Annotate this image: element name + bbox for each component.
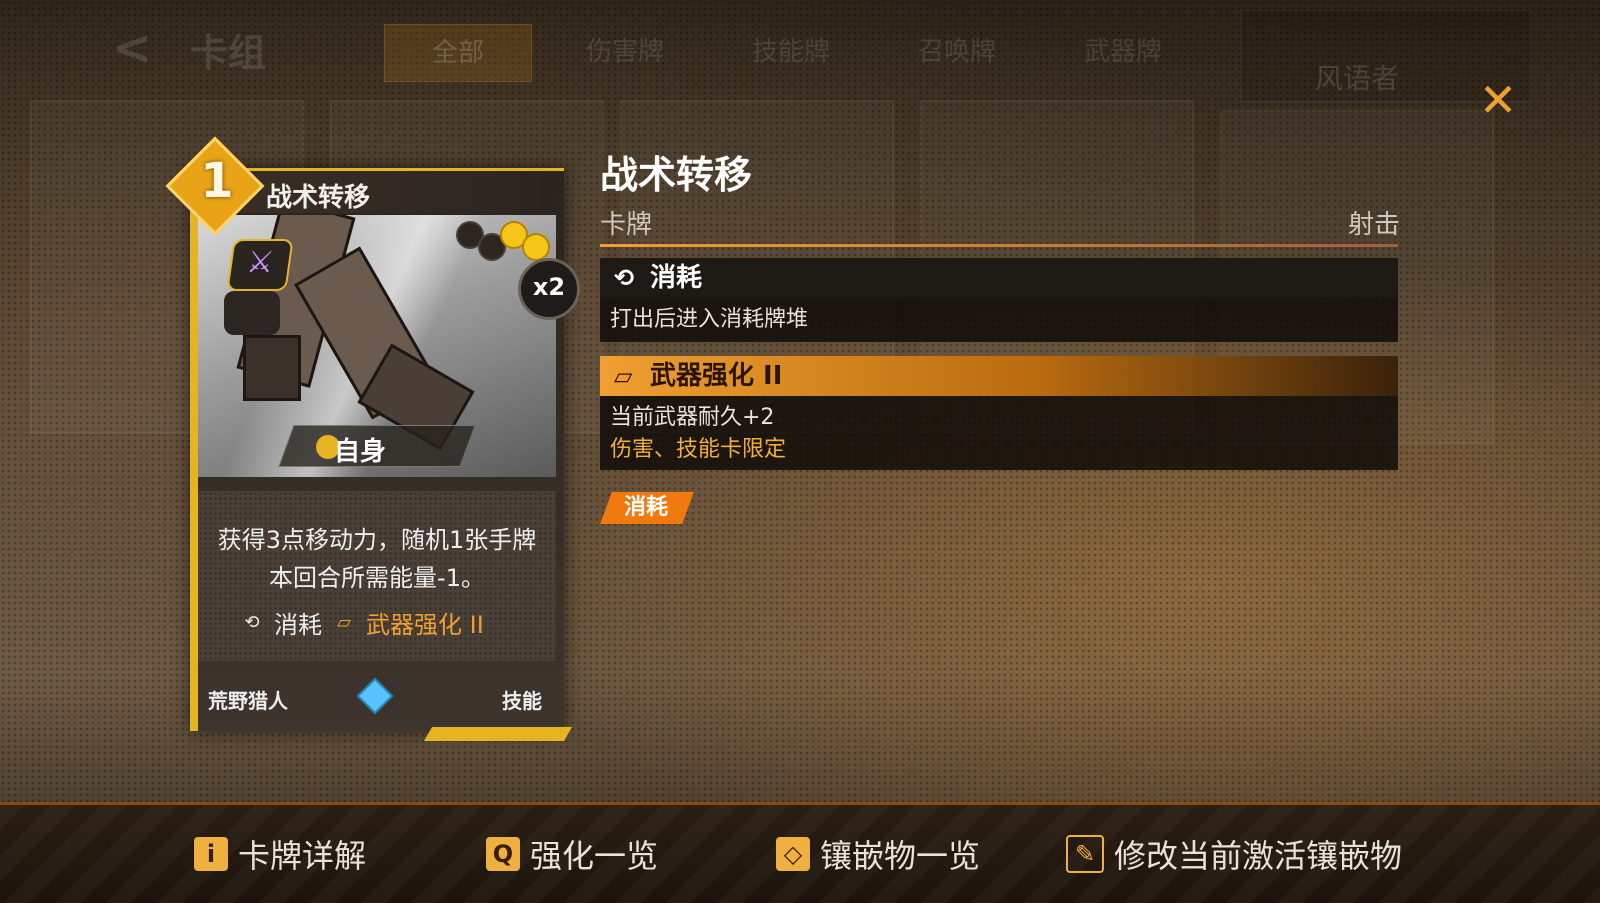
filter-tabs: 全部 伤害牌 技能牌 召唤牌 武器牌 xyxy=(384,24,1196,82)
sword-icon: ⚔ xyxy=(226,239,294,291)
card-keywords: ⟲ 消耗 ▱ 武器强化 II xyxy=(238,605,538,640)
card-keyword-consume: 消耗 xyxy=(274,611,322,639)
energy-slot-filled xyxy=(522,233,550,261)
back-arrow-icon: < xyxy=(112,20,153,76)
tab-weapon: 武器牌 xyxy=(1083,37,1162,67)
tag-label: 消耗 xyxy=(624,495,669,520)
keyword-body: 当前武器耐久+2 伤害、技能卡限定 xyxy=(600,396,1398,472)
card-preview: 1 战术转移 ⚔ 自身 获得3点移动力，随机1张手牌本回合所需能量-1。 ⟲ 消… xyxy=(165,136,573,741)
card-art-boot xyxy=(243,335,301,401)
keyword-header: ▱ 武器强化 II xyxy=(600,356,1398,396)
card-type: 技能 xyxy=(502,689,542,713)
modify-inlay-button[interactable]: ✎ 修改当前激活镶嵌物 xyxy=(1066,833,1402,875)
bottom-bar: i 卡牌详解 Q 强化一览 ◇ 镶嵌物一览 ✎ 修改当前激活镶嵌物 xyxy=(0,802,1600,903)
tab-skill: 技能牌 xyxy=(751,37,830,67)
copies-badge: x2 xyxy=(518,258,580,320)
keyword-header: ⟲ 消耗 xyxy=(600,258,1398,298)
tab-summon: 召唤牌 xyxy=(917,37,996,67)
keyword-panel-weapon: ▱ 武器强化 II 当前武器耐久+2 伤害、技能卡限定 xyxy=(600,356,1398,470)
card-details-button[interactable]: i 卡牌详解 xyxy=(194,833,366,875)
detail-category: 卡牌 xyxy=(600,210,653,240)
close-icon: ✕ xyxy=(1478,73,1518,127)
inlays-list-button[interactable]: ◇ 镶嵌物一览 xyxy=(776,833,980,875)
search-icon: Q xyxy=(486,837,520,871)
button-label: 卡牌详解 xyxy=(238,837,367,875)
button-label: 镶嵌物一览 xyxy=(820,837,981,875)
keyword-name: 武器强化 II xyxy=(650,361,783,391)
deck-title: 卡组 xyxy=(190,31,267,75)
button-label: 修改当前激活镶嵌物 xyxy=(1114,837,1403,875)
keyword-line: 打出后进入消耗牌堆 xyxy=(610,307,809,332)
consume-icon: ⟲ xyxy=(614,264,635,292)
button-label: 强化一览 xyxy=(530,837,659,875)
keyword-body: 打出后进入消耗牌堆 xyxy=(600,298,1398,342)
card-target: 自身 xyxy=(334,437,387,467)
keyword-line: 伤害、技能卡限定 xyxy=(610,437,787,462)
upgrades-list-button[interactable]: Q 强化一览 xyxy=(486,833,658,875)
rarity-gem-icon xyxy=(356,677,394,715)
card-keyword-weapon: 武器强化 II xyxy=(366,611,484,639)
consume-icon: ⟲ xyxy=(244,611,260,633)
keyword-name: 消耗 xyxy=(650,263,703,293)
card-cost: 1 xyxy=(200,153,234,209)
close-button[interactable]: ✕ xyxy=(1476,77,1520,123)
detail-title: 战术转移 xyxy=(600,153,753,197)
card-description: 获得3点移动力，随机1张手牌本回合所需能量-1。 xyxy=(217,526,537,592)
divider xyxy=(600,244,1398,247)
empty-slot-icon xyxy=(224,291,280,335)
card-class: 荒野猎人 xyxy=(208,689,288,713)
inlay-icon: ◇ xyxy=(776,837,810,871)
weapon-inlay-icon: ▱ xyxy=(337,611,351,633)
keyword-line: 当前武器耐久+2 xyxy=(610,405,775,430)
character-name: 风语者 xyxy=(1315,62,1400,95)
card-corner-accent xyxy=(423,727,573,741)
tab-damage: 伤害牌 xyxy=(585,37,664,67)
weapon-inlay-icon: ▱ xyxy=(614,362,633,390)
card-footer: 荒野猎人 技能 xyxy=(198,671,556,723)
detail-subtype: 射击 xyxy=(1347,210,1400,240)
card-name: 战术转移 xyxy=(266,183,371,213)
keyword-panel-consume: ⟲ 消耗 打出后进入消耗牌堆 xyxy=(600,258,1398,342)
tab-all: 全部 xyxy=(384,24,532,82)
info-icon: i xyxy=(194,837,228,871)
edit-icon: ✎ xyxy=(1066,835,1104,873)
